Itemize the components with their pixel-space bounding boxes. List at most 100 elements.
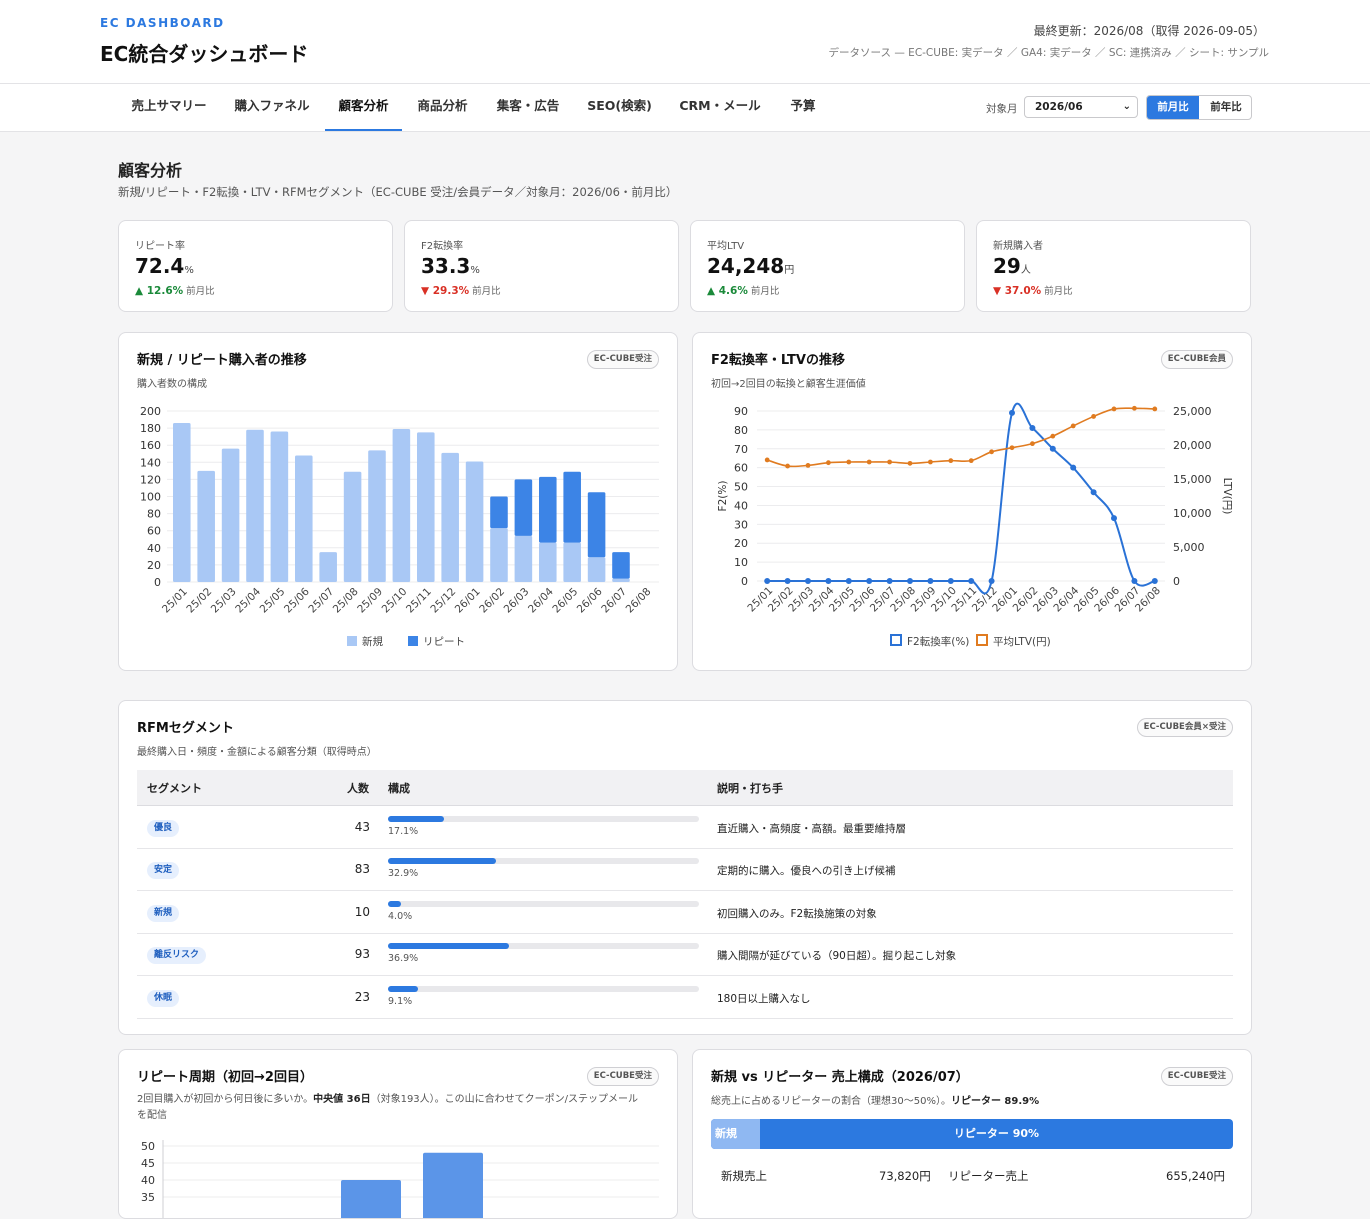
point-ltv bbox=[866, 459, 872, 465]
point-f2 bbox=[784, 578, 791, 584]
app-title: EC統合ダッシュボード bbox=[100, 42, 309, 66]
x-tick-label: 25/10 bbox=[380, 586, 410, 616]
y-tick-label: 60 bbox=[734, 462, 748, 475]
point-f2 bbox=[907, 578, 913, 584]
x-tick-label: 26/03 bbox=[502, 586, 532, 616]
bar-repeat bbox=[587, 492, 606, 558]
tab-sales-summary[interactable]: 売上サマリー bbox=[118, 84, 220, 131]
table-row: 優良 43 17.1% 直近購入・高頻度・高額。最重要維持層 bbox=[137, 807, 1233, 849]
y-tick-label: 30 bbox=[734, 518, 748, 531]
y-tick-label: 80 bbox=[147, 508, 161, 521]
segment-description: 定期的に購入。優良への引き上げ候補 bbox=[717, 865, 896, 878]
legend-swatch bbox=[976, 634, 988, 646]
kpi-label: 平均LTV bbox=[707, 241, 745, 252]
y-tick-label: 0 bbox=[154, 576, 161, 589]
col-segment: セグメント bbox=[147, 782, 202, 795]
point-f2 bbox=[845, 578, 852, 584]
point-f2 bbox=[947, 578, 954, 584]
point-ltv bbox=[887, 459, 892, 465]
y-tick-label: 160 bbox=[140, 439, 161, 452]
x-tick-label: 26/06 bbox=[575, 585, 605, 615]
point-ltv bbox=[785, 463, 790, 469]
segment-count: 10 bbox=[354, 904, 370, 919]
tab-customer[interactable]: 顧客分析 bbox=[325, 84, 402, 131]
tab-budget[interactable]: 予算 bbox=[777, 84, 829, 131]
composition-bar-fill bbox=[388, 943, 509, 950]
point-f2 bbox=[1151, 578, 1158, 584]
tab-product[interactable]: 商品分析 bbox=[405, 84, 480, 131]
y-tick-label: 40 bbox=[147, 542, 161, 555]
point-ltv bbox=[1030, 441, 1035, 447]
repeat-sales-value: 655,240円 bbox=[1166, 1169, 1226, 1183]
kpi-delta: ▼ 37.0% 前月比 bbox=[993, 285, 1073, 297]
panel-f2-ltv: F2転換率・LTVの推移 初回→2回目の転換と顧客生涯価値 EC-CUBE会員 … bbox=[692, 332, 1252, 671]
kpi-label: 新規購入者 bbox=[993, 241, 1043, 252]
legend-label: F2転換率(%) bbox=[907, 635, 969, 648]
compare-mom-button[interactable]: 前月比 bbox=[1147, 96, 1199, 119]
tab-funnel[interactable]: 購入ファネル bbox=[222, 84, 322, 131]
y2-tick-label: 20,000 bbox=[1173, 439, 1212, 452]
y2-tick-label: 0 bbox=[1173, 575, 1180, 588]
bar-repeat bbox=[514, 479, 533, 536]
tab-crm[interactable]: CRM・メール bbox=[667, 84, 773, 131]
y-tick-label: 40 bbox=[141, 1174, 155, 1187]
new-repeat-chart: 02040608010012014016018020025/0125/0225/… bbox=[140, 405, 659, 648]
point-f2 bbox=[1090, 489, 1097, 496]
x-tick-label: 26/04 bbox=[526, 585, 556, 615]
point-f2 bbox=[1049, 445, 1056, 452]
bar-new bbox=[392, 428, 411, 582]
main-nav: 売上サマリー 購入ファネル 顧客分析 商品分析 集客・広告 SEO(検索) CR… bbox=[0, 84, 1370, 132]
compare-yoy-button[interactable]: 前年比 bbox=[1200, 96, 1251, 119]
bar-new bbox=[197, 470, 215, 582]
bar bbox=[423, 1152, 483, 1218]
y2-tick-label: 15,000 bbox=[1173, 473, 1212, 486]
bar-new bbox=[417, 432, 435, 582]
point-ltv bbox=[846, 459, 852, 465]
x-tick-label: 25/01 bbox=[160, 586, 190, 616]
x-tick-label: 26/08 bbox=[624, 586, 654, 616]
point-f2 bbox=[805, 578, 811, 584]
y-tick-label: 45 bbox=[141, 1157, 155, 1170]
y-tick-label: 100 bbox=[140, 491, 161, 504]
month-select[interactable]: 2026/06 ⌄ bbox=[1024, 96, 1138, 118]
bar-new bbox=[587, 557, 606, 582]
point-ltv bbox=[1091, 414, 1096, 419]
source-badge: EC-CUBE受注 bbox=[1160, 1067, 1233, 1086]
month-label: 対象月 bbox=[986, 103, 1018, 115]
tab-acquisition[interactable]: 集客・広告 bbox=[484, 84, 572, 131]
x-tick-label: 26/02 bbox=[477, 586, 507, 616]
table-row: 休眠 23 9.1% 180日以上購入なし bbox=[137, 977, 1233, 1019]
point-f2 bbox=[1009, 409, 1015, 416]
y-tick-label: 10 bbox=[734, 556, 748, 569]
tab-seo[interactable]: SEO(検索) bbox=[576, 84, 663, 131]
col-description: 説明・打ち手 bbox=[717, 782, 783, 795]
series-line-f2 bbox=[767, 402, 1156, 595]
x-tick-label: 25/04 bbox=[233, 585, 263, 615]
panel-title: 新規 vs リピーター 売上構成（2026/07） bbox=[711, 1070, 969, 1085]
point-ltv bbox=[1132, 405, 1137, 411]
page-description: 新規/リピート・F2転換・LTV・RFMセグメント（EC-CUBE 受注/会員デ… bbox=[118, 185, 678, 199]
table-row: 安定 83 32.9% 定期的に購入。優良への引き上げ候補 bbox=[137, 849, 1233, 892]
kpi-card-repeat-rate: リピート率 72.4% ▲ 12.6% 前月比 bbox=[118, 220, 393, 312]
bar-new bbox=[539, 542, 557, 582]
legend-swatch bbox=[408, 636, 418, 646]
composition-bar-fill bbox=[388, 900, 402, 907]
last-updated: 最終更新：2026/08（取得 2026-09-05） bbox=[1033, 24, 1265, 38]
point-f2 bbox=[825, 578, 832, 584]
bar-new bbox=[368, 450, 386, 582]
point-f2 bbox=[988, 578, 995, 584]
point-ltv bbox=[928, 459, 933, 465]
x-tick-label: 25/05 bbox=[258, 586, 288, 616]
x-tick-label: 25/08 bbox=[331, 586, 361, 616]
bar-new bbox=[465, 461, 484, 582]
point-f2 bbox=[1131, 578, 1138, 584]
point-ltv bbox=[907, 460, 913, 466]
point-ltv bbox=[826, 460, 831, 466]
point-ltv bbox=[968, 458, 974, 464]
composition-new-segment: 新規 10% bbox=[711, 1119, 760, 1149]
point-f2 bbox=[927, 578, 934, 584]
bar-new bbox=[490, 528, 508, 582]
x-tick-label: 25/07 bbox=[306, 586, 336, 616]
panel-repeat-cycle: リピート周期（初回→2回目） EC-CUBE受注 2回目購入が初回から何日後に多… bbox=[118, 1049, 678, 1219]
panel-sales-composition: 新規 vs リピーター 売上構成（2026/07） EC-CUBE受注 総売上に… bbox=[692, 1049, 1252, 1219]
